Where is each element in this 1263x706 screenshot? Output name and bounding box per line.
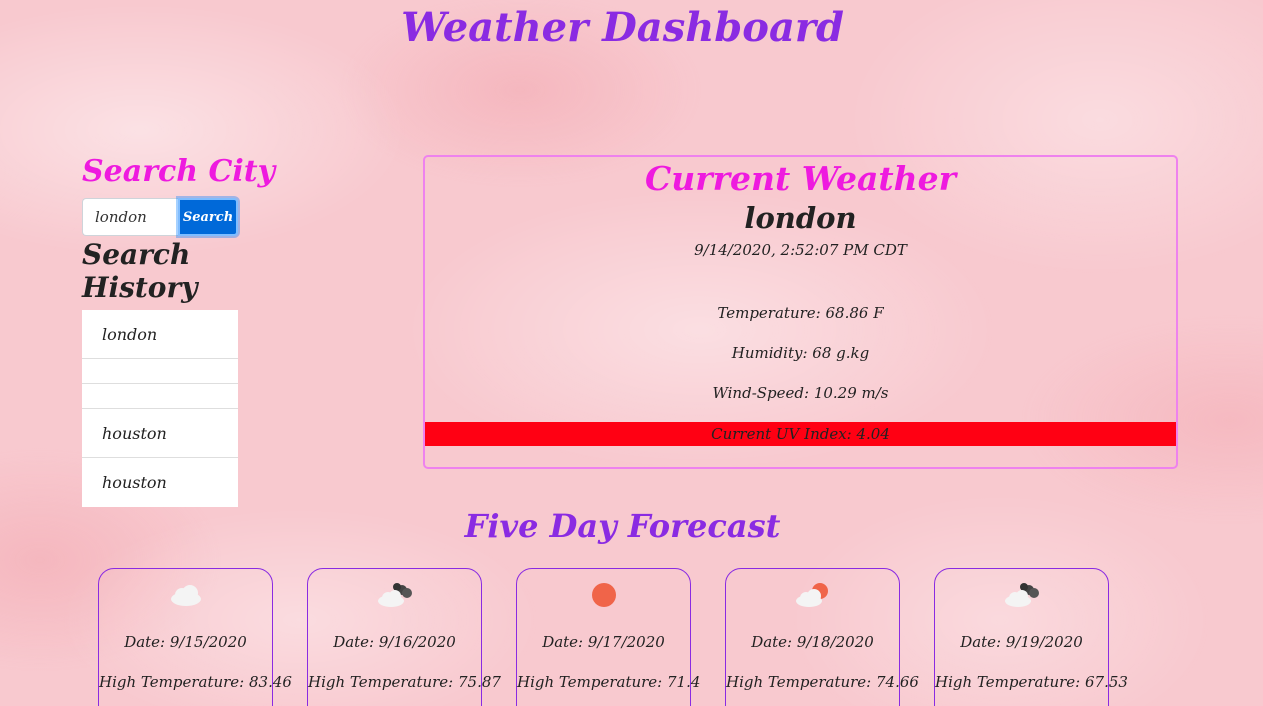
forecast-high-temp: High Temperature: 83.46: [99, 673, 292, 691]
uv-index-bar: Current UV Index: 4.04: [425, 422, 1176, 446]
broken-clouds-icon: [377, 583, 412, 607]
search-form: Search: [82, 198, 240, 236]
forecast-card: Date: 9/18/2020 High Temperature: 74.66: [725, 568, 919, 706]
forecast-card: Date: 9/15/2020 High Temperature: 83.46: [98, 568, 292, 706]
page-title: Weather Dashboard: [401, 4, 844, 51]
current-wind-speed: Wind-Speed: 10.29 m/s: [712, 384, 889, 402]
forecast-high-temp: High Temperature: 75.87: [308, 673, 501, 691]
history-item[interactable]: [82, 359, 238, 384]
current-weather-card: Current Weather london 9/14/2020, 2:52:0…: [423, 155, 1178, 469]
forecast-high-temp: High Temperature: 74.66: [726, 673, 919, 691]
forecast-high-temp: High Temperature: 71.4: [517, 673, 701, 691]
history-item[interactable]: houston: [82, 458, 238, 507]
history-item[interactable]: [82, 384, 238, 409]
cloud-icon: [170, 585, 201, 606]
search-history-title: Search History: [82, 238, 198, 304]
forecast-card: Date: 9/16/2020 High Temperature: 75.87: [307, 568, 501, 706]
forecast-date: Date: 9/18/2020: [751, 633, 874, 651]
sidebar: Search City Search Search History london…: [82, 152, 276, 507]
broken-clouds-icon: [1004, 583, 1039, 607]
forecast-title: Five Day Forecast: [464, 507, 781, 545]
current-humidity: Humidity: 68 g.kg: [731, 344, 870, 362]
history-item[interactable]: houston: [82, 409, 238, 458]
search-city-title: Search City: [82, 154, 276, 189]
history-item[interactable]: london: [82, 310, 238, 359]
forecast-date: Date: 9/17/2020: [542, 633, 665, 651]
current-temperature: Temperature: 68.86 F: [717, 304, 884, 322]
current-city-name: london: [744, 201, 857, 235]
forecast-card: Date: 9/17/2020 High Temperature: 71.4: [516, 568, 701, 706]
current-weather-title: Current Weather: [644, 159, 957, 198]
search-history-list: london houston houston: [82, 310, 238, 507]
forecast-high-temp: High Temperature: 67.53: [935, 673, 1128, 691]
current-datetime: 9/14/2020, 2:52:07 PM CDT: [694, 241, 907, 259]
forecast-date: Date: 9/16/2020: [333, 633, 456, 651]
forecast-date: Date: 9/15/2020: [124, 633, 247, 651]
search-button[interactable]: Search: [178, 198, 238, 236]
forecast-card: Date: 9/19/2020 High Temperature: 67.53: [934, 568, 1128, 706]
city-search-input[interactable]: [82, 198, 178, 236]
forecast-date: Date: 9/19/2020: [960, 633, 1083, 651]
partly-cloudy-icon: [795, 583, 828, 607]
clear-sun-icon: [591, 583, 616, 607]
